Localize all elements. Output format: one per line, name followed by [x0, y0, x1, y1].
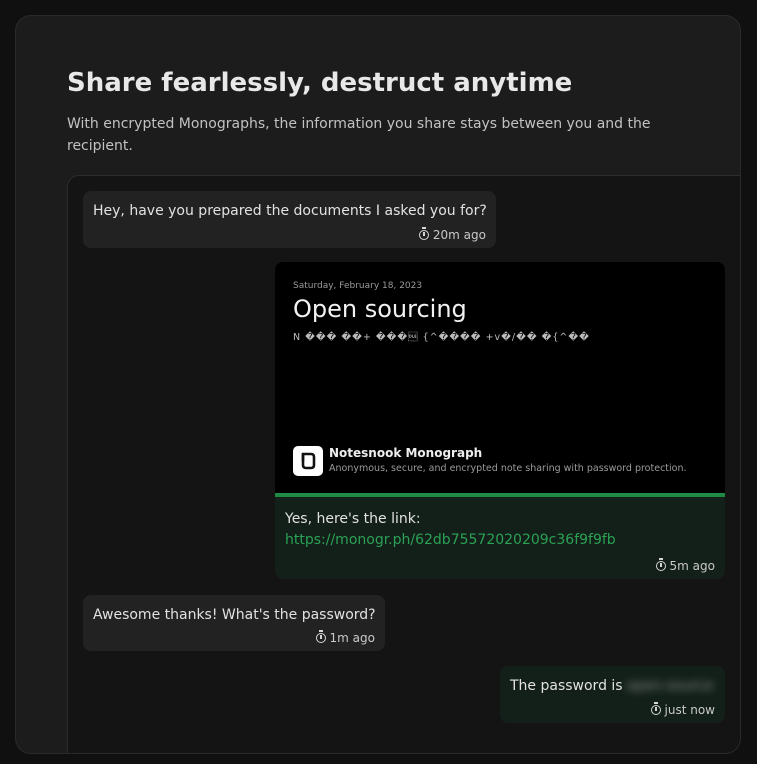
- message-bubble: Yes, here's the link: https://monogr.ph/…: [275, 497, 725, 579]
- message-text: Yes, here's the link:: [285, 511, 421, 527]
- timer-icon: [315, 630, 326, 643]
- message-timestamp: just now: [650, 702, 715, 717]
- link-preview-card[interactable]: Saturday, February 18, 2023 Open sourcin…: [275, 262, 725, 497]
- blurred-password: open-source: [626, 678, 714, 694]
- message-text: Hey, have you prepared the documents I a…: [93, 203, 487, 219]
- message-text: The password is open-source: [510, 678, 714, 694]
- preview-encrypted-body: N ��� ��+ ��� {^���� +v�/�� �{^��: [293, 332, 590, 343]
- timer-icon: [655, 558, 666, 571]
- chat-window: Hey, have you prepared the documents I a…: [67, 175, 740, 753]
- message-timestamp: 1m ago: [315, 630, 375, 645]
- page-subtitle: With encrypted Monographs, the informati…: [67, 116, 651, 154]
- feature-card: Share fearlessly, destruct anytime With …: [15, 15, 741, 754]
- message-bubble: The password is open-source just now: [500, 666, 725, 723]
- preview-brand: Notesnook Monograph: [329, 446, 483, 460]
- message-bubble: Awesome thanks! What's the password? 1m …: [83, 595, 385, 651]
- timer-icon: [418, 227, 429, 240]
- preview-title: Open sourcing: [293, 295, 467, 323]
- message-timestamp: 20m ago: [418, 227, 486, 242]
- message-bubble: Hey, have you prepared the documents I a…: [83, 191, 496, 248]
- notesnook-logo-icon: [293, 446, 323, 476]
- preview-tagline: Anonymous, secure, and encrypted note sh…: [329, 463, 687, 474]
- message-text: Awesome thanks! What's the password?: [93, 607, 376, 623]
- monograph-link[interactable]: https://monogr.ph/62db75572020209c36f9f9…: [285, 529, 715, 551]
- message-timestamp: 5m ago: [655, 558, 715, 573]
- timer-icon: [650, 702, 661, 715]
- page-title: Share fearlessly, destruct anytime: [67, 68, 573, 98]
- preview-date: Saturday, February 18, 2023: [293, 281, 423, 291]
